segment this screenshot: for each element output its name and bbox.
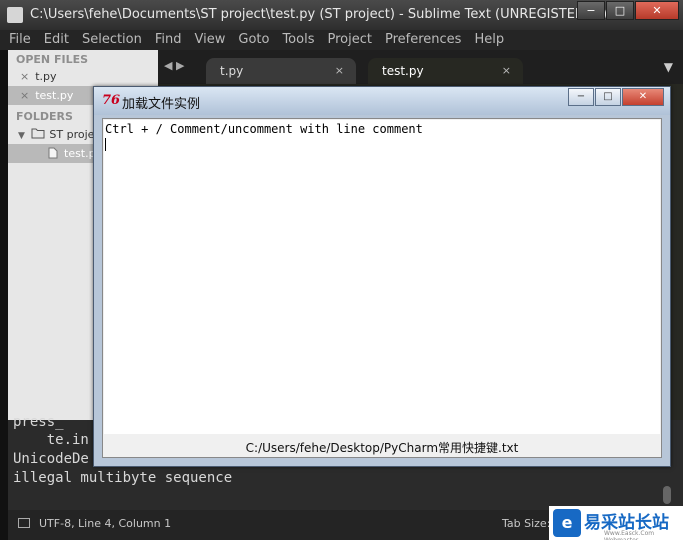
tab-scroll-arrows-icon[interactable]: ◀ ▶ [164,59,184,72]
menu-find[interactable]: Find [155,30,182,50]
text-caret [105,138,106,151]
menu-goto[interactable]: Goto [238,30,269,50]
dialog-close-button[interactable]: ✕ [622,88,664,106]
dialog-status-label: C:/Users/fehe/Desktop/PyCharm常用快捷键.txt [245,441,519,455]
menu-file[interactable]: File [9,30,31,50]
menu-help[interactable]: Help [474,30,504,50]
menu-project[interactable]: Project [327,30,371,50]
menu-edit[interactable]: Edit [44,30,69,50]
tab-close-icon[interactable]: × [335,58,344,84]
dialog-text-area[interactable]: Ctrl + / Comment/uncomment with line com… [104,120,660,434]
console-line: press_ [13,414,64,430]
watermark: e 易采站长站 Www.Easck.Com Webmaster [549,506,683,540]
menu-tools[interactable]: Tools [282,30,314,50]
dialog-title: 加载文件实例 [122,97,201,112]
folders-header: FOLDERS [16,110,73,123]
window-maximize-button[interactable]: □ [606,1,634,20]
tab-test-py[interactable]: test.py × [368,58,523,84]
close-file-icon[interactable]: × [20,89,29,102]
tab-label: test.py [382,64,424,78]
menu-view[interactable]: View [195,30,226,50]
console-line: illegal multibyte sequence [13,470,233,486]
menu-selection[interactable]: Selection [82,30,142,50]
menu-bar: File Edit Selection Find View Goto Tools… [0,30,683,50]
panel-toggle-icon[interactable] [18,518,30,528]
file-icon [48,147,58,159]
open-files-header: OPEN FILES [16,53,89,66]
window-close-button[interactable]: ✕ [635,1,679,20]
folder-icon [31,128,45,139]
console-line: te.in [13,432,89,448]
window-title: C:\Users\fehe\Documents\ST project\test.… [30,7,608,22]
status-tab-size[interactable]: Tab Size: [502,517,550,530]
window-titlebar: C:\Users\fehe\Documents\ST project\test.… [0,0,683,30]
load-file-dialog: 76 加载文件实例 − □ ✕ Ctrl + / Comment/uncomme… [93,86,671,467]
dialog-text-line: Ctrl + / Comment/uncomment with line com… [105,122,423,136]
dialog-body: Ctrl + / Comment/uncomment with line com… [102,118,662,458]
open-file-label: test.py [35,89,74,102]
tab-label: t.py [220,64,244,78]
tab-menu-chevron-icon[interactable]: ▼ [664,60,673,74]
folder-toggle-icon[interactable]: ▼ [18,131,25,141]
tab-t-py[interactable]: t.py × [206,58,356,84]
folder-label: ST proje [49,128,95,141]
open-file-label: t.py [35,70,57,83]
watermark-subtext: Www.Easck.Com Webmaster [604,530,655,540]
close-file-icon[interactable]: × [20,70,29,83]
dialog-maximize-button[interactable]: □ [595,88,621,106]
console-scrollbar[interactable] [663,486,671,504]
window-minimize-button[interactable]: − [577,1,605,20]
open-file-t-py[interactable]: × t.py [8,67,158,86]
menu-preferences[interactable]: Preferences [385,30,461,50]
dialog-titlebar: 76 加载文件实例 − □ ✕ [94,87,670,115]
sublime-app-icon [7,7,23,23]
tab-close-icon[interactable]: × [502,58,511,84]
status-position: UTF-8, Line 4, Column 1 [39,517,172,530]
watermark-logo: e [553,509,581,537]
console-line: UnicodeDe [13,451,89,467]
tk-feather-icon: 76 [102,93,121,108]
dialog-minimize-button[interactable]: − [568,88,594,106]
tab-bar: ◀ ▶ t.py × test.py × ▼ [158,50,683,84]
